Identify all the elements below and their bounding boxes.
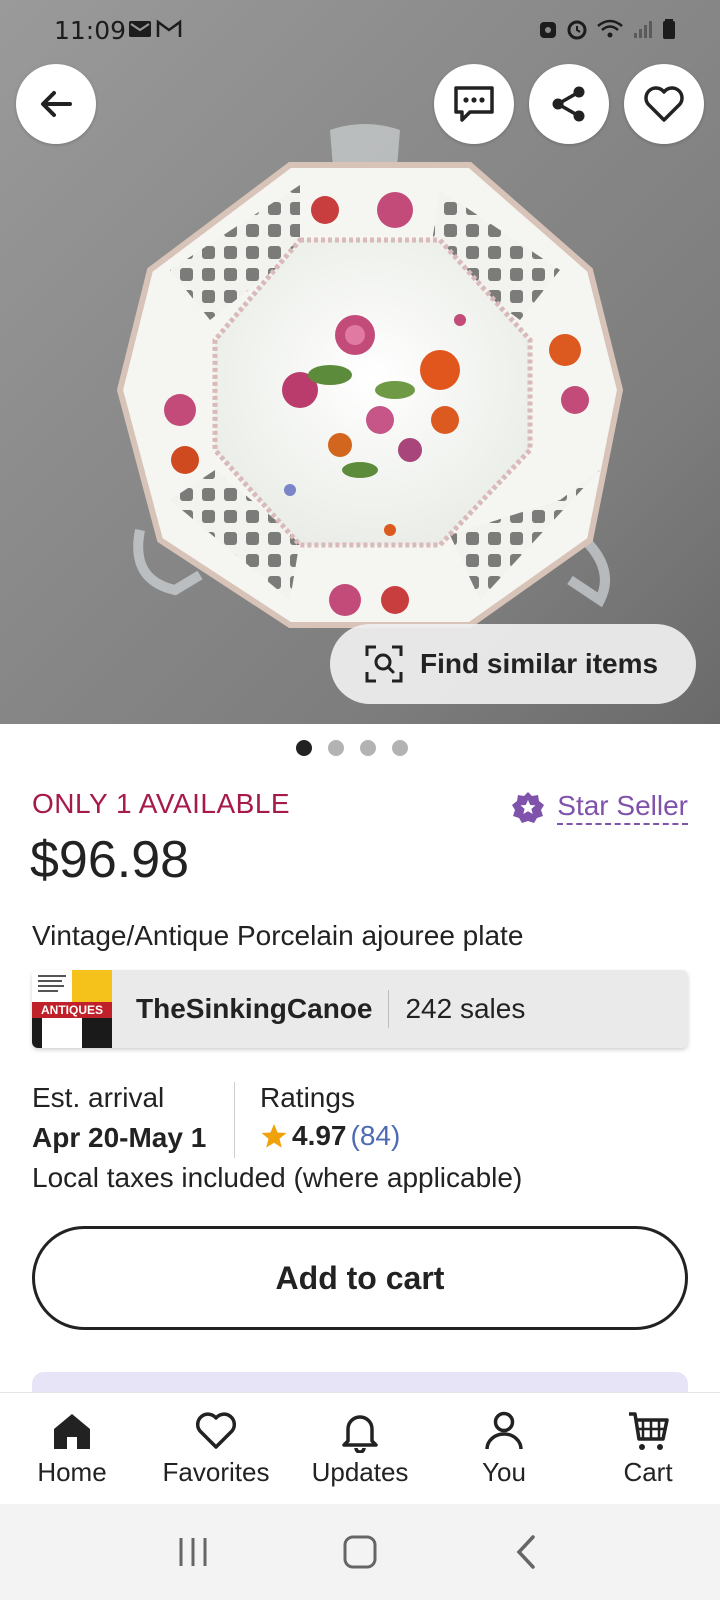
mail-icon [129,21,151,37]
find-similar-label: Find similar items [420,648,659,679]
price: $96.98 [30,831,190,889]
gmail-icon [156,19,182,37]
nav-label: You [482,1457,526,1487]
bottom-nav: Home Favorites Updates You Cart [0,1392,720,1504]
arrival-value: Apr 20-May 1 [32,1122,207,1153]
home-nav-icon[interactable] [340,1532,380,1572]
nav-you[interactable]: You [432,1393,576,1504]
battery-icon [663,19,675,39]
rating-count[interactable]: (84) [351,1120,401,1152]
nav-home[interactable]: Home [0,1393,144,1504]
listing-title: Vintage/Antique Porcelain ajouree plate [32,920,524,951]
nav-label: Cart [623,1457,673,1487]
ratings-label: Ratings [260,1082,355,1113]
pager-dot[interactable] [392,740,408,756]
ratings-summary[interactable]: 4.97 (84) [260,1120,400,1152]
find-similar-button[interactable]: Find similar items [330,624,696,704]
rating-score: 4.97 [292,1120,347,1151]
shop-sales: 242 sales [405,993,526,1024]
heart-outline-icon [644,86,684,122]
status-time: 11:09 [54,16,127,45]
heart-icon [195,1412,237,1449]
chat-icon [454,86,494,122]
shop-card[interactable]: ANTIQUES TheSinkingCanoe 242 sales [32,970,688,1048]
status-bar: 11:09 [0,0,720,60]
shop-name: TheSinkingCanoe [136,993,373,1024]
system-nav-bar [0,1504,720,1600]
divider [388,990,390,1028]
bell-icon [342,1415,378,1453]
signal-icon [634,21,652,38]
favorite-button[interactable] [624,64,704,144]
plate-photo [116,124,624,628]
add-to-cart-button[interactable]: Add to cart [32,1226,688,1330]
cart-icon [629,1412,669,1450]
star-icon [261,1124,287,1148]
share-button[interactable] [529,64,609,144]
shop-logo: ANTIQUES [32,970,112,1048]
pager-dot[interactable] [328,740,344,756]
wifi-icon [597,19,623,38]
nav-label: Updates [311,1457,409,1487]
message-seller-button[interactable] [434,64,514,144]
taxes-note: Local taxes included (where applicable) [32,1162,523,1193]
star-seller-icon [512,791,545,823]
divider [234,1082,235,1158]
pager-dot[interactable] [360,740,376,756]
product-image[interactable]: 11:09 Find similar items [0,0,720,724]
back-nav-icon[interactable] [507,1532,547,1572]
share-icon [552,86,585,122]
recent-apps-icon[interactable] [173,1532,213,1572]
arrow-left-icon [41,91,72,117]
person-icon [485,1411,523,1450]
alarm-icon [567,20,587,40]
nav-label: Favorites [162,1457,270,1487]
availability-label: ONLY 1 AVAILABLE [32,788,291,819]
nav-label: Home [37,1457,107,1487]
shop-logo-text: ANTIQUES [40,1003,103,1017]
pager-dot[interactable] [296,740,312,756]
visual-search-icon [365,645,403,683]
image-pager[interactable] [296,740,408,756]
back-button[interactable] [16,64,96,144]
arrival-label: Est. arrival [32,1082,165,1113]
star-seller-badge[interactable]: Star Seller [511,790,688,825]
vpn-icon [540,22,556,38]
nav-cart[interactable]: Cart [576,1393,720,1504]
nav-favorites[interactable]: Favorites [144,1393,288,1504]
home-icon [54,1414,90,1449]
nav-updates[interactable]: Updates [288,1393,432,1504]
star-seller-label: Star Seller [557,790,688,825]
